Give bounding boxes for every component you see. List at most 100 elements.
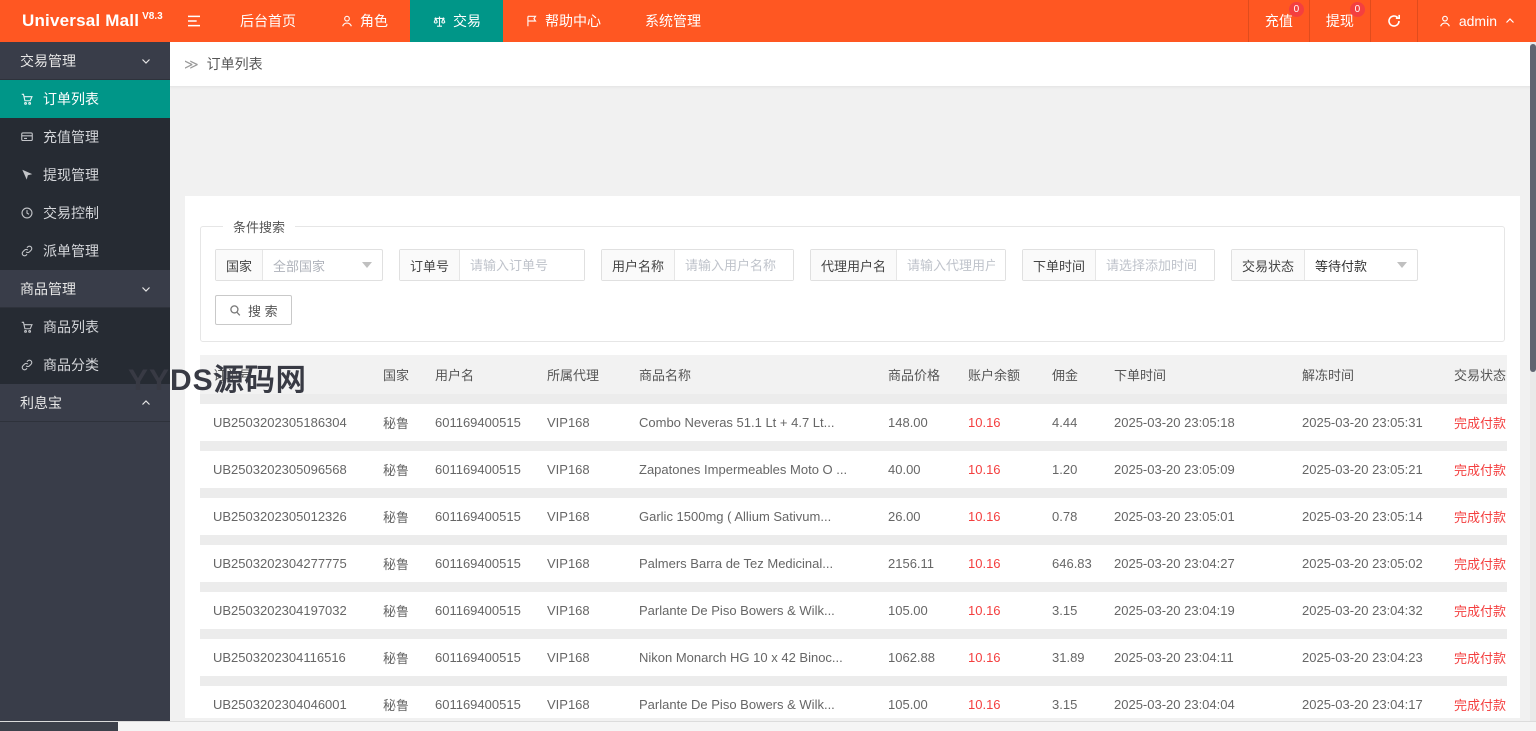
column-header-status: 交易状态 <box>1441 355 1507 399</box>
vertical-scrollbar-thumb[interactable] <box>1530 44 1536 372</box>
recharge-button[interactable]: 充值 0 <box>1249 0 1309 42</box>
table-row: UB2503202305012326 秘鲁 601169400515 VIP168 Ga… <box>200 488 1507 540</box>
nav-item-4[interactable]: 帮助中心 <box>503 0 623 42</box>
nav-item-label: 后台首页 <box>240 13 296 29</box>
sidebar-item-label: 派单管理 <box>43 243 99 259</box>
chevron-down-icon <box>140 283 152 295</box>
search-field-select[interactable]: 全部国家 <box>263 250 382 280</box>
sidebar-toggle-button[interactable] <box>170 0 218 42</box>
nav-item-1[interactable]: 后台首页 <box>218 0 318 42</box>
table-row: UB2503202304197032 秘鲁 601169400515 VIP168 Pa… <box>200 582 1507 634</box>
select-value: 等待付款 <box>1315 258 1368 274</box>
cell-status: 完成付款 <box>1441 488 1507 540</box>
table-row: UB2503202305186304 秘鲁 601169400515 VIP168 Co… <box>200 394 1507 446</box>
nav-item-label: 交易 <box>453 13 481 29</box>
sidebar-item-1-1[interactable]: 订单列表 <box>0 80 170 118</box>
search-field-2: 订单号 <box>399 249 585 281</box>
nav-item-2[interactable]: 角色 <box>318 0 410 42</box>
sidebar-item-1-2[interactable]: 充值管理 <box>0 118 170 156</box>
cell-unfreeze_time: 2025-03-20 23:04:17 <box>1289 676 1441 718</box>
app-logo[interactable]: Universal Mall V8.3 <box>0 0 170 42</box>
flag-icon <box>525 14 539 28</box>
link-icon <box>20 244 34 258</box>
search-field-row: 国家全部国家订单号用户名称代理用户名下单时间交易状态等待付款 <box>215 249 1490 281</box>
chevron-down-icon <box>140 55 152 67</box>
cell-agent: VIP168 <box>534 488 626 540</box>
cell-product: Combo Neveras 51.1 Lt + 4.7 Lt... <box>626 394 875 446</box>
clock-icon <box>20 206 34 220</box>
select-caret-icon <box>1397 262 1407 268</box>
search-field-input[interactable] <box>1096 250 1214 280</box>
search-legend: 条件搜索 <box>233 220 286 235</box>
cell-agent: VIP168 <box>534 676 626 718</box>
search-field-4: 代理用户名 <box>810 249 1006 281</box>
search-button[interactable]: 搜 索 <box>215 295 292 325</box>
cell-price: 105.00 <box>875 676 955 718</box>
column-header-agent: 所属代理 <box>534 355 626 399</box>
user-menu[interactable]: admin <box>1418 0 1536 42</box>
cell-order_time: 2025-03-20 23:05:01 <box>1101 488 1289 540</box>
cell-product: Parlante De Piso Bowers & Wilk... <box>626 582 875 634</box>
sidebar-group-1[interactable]: 交易管理 <box>0 42 170 80</box>
cell-product: Parlante De Piso Bowers & Wilk... <box>626 676 875 718</box>
top-nav: 后台首页 角色 交易 帮助中心 系统管理 <box>218 0 723 42</box>
column-header-username: 用户名 <box>422 355 534 399</box>
cell-country: 秘鲁 <box>370 582 422 634</box>
cell-username: 601169400515 <box>422 394 534 446</box>
orders-table-body: UB2503202305186304 秘鲁 601169400515 VIP168 Co… <box>200 394 1507 718</box>
cell-status: 完成付款 <box>1441 676 1507 718</box>
nav-item-label: 帮助中心 <box>545 13 601 29</box>
search-field-input[interactable] <box>675 250 793 280</box>
topbar: Universal Mall V8.3 后台首页 角色 交易 帮助中心 系统管理 充值 0… <box>0 0 1536 42</box>
sidebar-item-1-3[interactable]: 提现管理 <box>0 156 170 194</box>
cell-order_time: 2025-03-20 23:05:18 <box>1101 394 1289 446</box>
vertical-scrollbar[interactable] <box>1530 42 1536 721</box>
cell-order_no: UB2503202305012326 <box>200 488 370 540</box>
search-field-label: 下单时间 <box>1023 250 1097 280</box>
sidebar-item-2-2[interactable]: 商品分类 <box>0 346 170 384</box>
sidebar-item-1-5[interactable]: 派单管理 <box>0 232 170 270</box>
topbar-actions: 充值 0 提现 0 admin <box>1247 0 1536 42</box>
select-caret-icon <box>362 262 372 268</box>
refresh-button[interactable] <box>1371 0 1417 42</box>
cell-order_no: UB2503202305096568 <box>200 441 370 493</box>
chevron-up-icon <box>140 397 152 409</box>
sidebar-item-2-1[interactable]: 商品列表 <box>0 308 170 346</box>
table-header-row: 订单号 国家 用户名 所属代理 商品名称 商品价格 账户余额 佣金 下单时间 解冻时间 交易状态 <box>200 355 1507 399</box>
cell-username: 601169400515 <box>422 582 534 634</box>
notification-badge: 0 <box>1349 2 1365 17</box>
nav-item-label: 角色 <box>360 13 388 29</box>
sidebar-group-2[interactable]: 商品管理 <box>0 270 170 308</box>
nav-item-label: 系统管理 <box>645 13 701 29</box>
cell-agent: VIP168 <box>534 394 626 446</box>
action-label: 提现 <box>1325 13 1354 29</box>
cell-product: Zapatones Impermeables Moto O ... <box>626 441 875 493</box>
withdraw-button[interactable]: 提现 0 <box>1310 0 1370 42</box>
sidebar-item-label: 交易控制 <box>43 205 99 221</box>
action-label: 充值 <box>1264 13 1293 29</box>
cell-price: 148.00 <box>875 394 955 446</box>
search-button-label: 搜 索 <box>248 303 278 319</box>
cell-price: 40.00 <box>875 441 955 493</box>
nav-item-3[interactable]: 交易 <box>410 0 503 42</box>
cell-price: 2156.11 <box>875 535 955 587</box>
search-field-select[interactable]: 等待付款 <box>1305 250 1417 280</box>
cell-unfreeze_time: 2025-03-20 23:05:31 <box>1289 394 1441 446</box>
search-field-input[interactable] <box>897 250 1005 280</box>
search-field-input[interactable] <box>460 250 584 280</box>
horizontal-scrollbar[interactable] <box>0 721 1536 731</box>
nav-item-5[interactable]: 系统管理 <box>623 0 723 42</box>
horizontal-scrollbar-thumb[interactable] <box>0 722 118 731</box>
cell-unfreeze_time: 2025-03-20 23:05:02 <box>1289 535 1441 587</box>
cell-status: 完成付款 <box>1441 582 1507 634</box>
table-row: UB2503202304116516 秘鲁 601169400515 VIP168 Ni… <box>200 629 1507 681</box>
content-panel: 条件搜索 国家全部国家订单号用户名称代理用户名下单时间交易状态等待付款 搜 索 … <box>185 196 1520 718</box>
search-field-1: 国家 全部国家 <box>215 249 383 281</box>
cell-username: 601169400515 <box>422 629 534 681</box>
sidebar-item-1-4[interactable]: 交易控制 <box>0 194 170 232</box>
table-row: UB2503202305096568 秘鲁 601169400515 VIP168 Za… <box>200 441 1507 493</box>
cell-commission: 0.78 <box>1039 488 1101 540</box>
cell-order_no: UB2503202304116516 <box>200 629 370 681</box>
cell-agent: VIP168 <box>534 535 626 587</box>
sidebar-group-3[interactable]: 利息宝 <box>0 384 170 422</box>
